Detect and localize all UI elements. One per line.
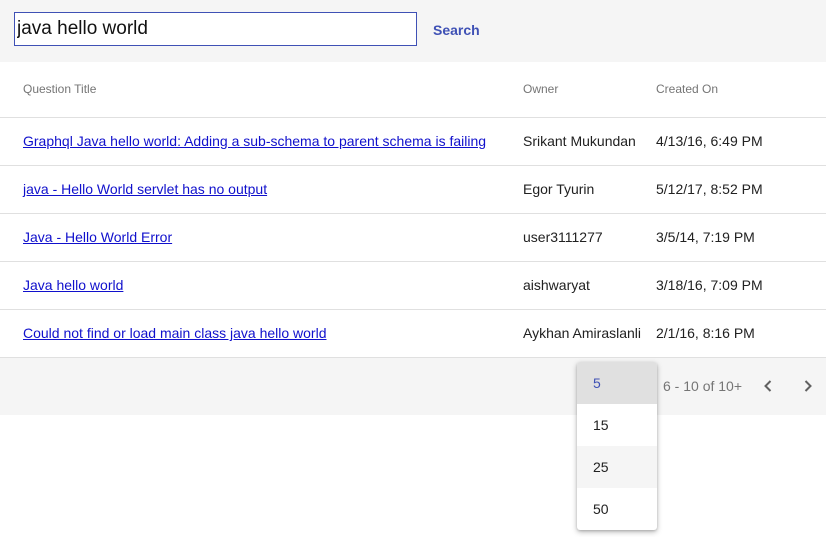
search-input[interactable] — [14, 12, 417, 46]
table-row: java - Hello World servlet has no output… — [0, 165, 826, 214]
owner-cell: aishwaryat — [523, 261, 656, 310]
column-header-owner[interactable]: Owner — [523, 62, 656, 118]
results-table: Question Title Owner Created On Graphql … — [0, 62, 826, 358]
table-row: Java hello world aishwaryat 3/18/16, 7:0… — [0, 261, 826, 310]
question-title-cell: Java hello world — [0, 261, 523, 310]
created-on-cell: 2/1/16, 8:16 PM — [656, 309, 826, 358]
question-title-link[interactable]: Graphql Java hello world: Adding a sub-s… — [23, 133, 486, 149]
pagination-bar: 6 - 10 of 10+ — [0, 358, 826, 415]
created-on-cell: 3/18/16, 7:09 PM — [656, 261, 826, 310]
page-size-option-15[interactable]: 15 — [577, 404, 657, 446]
question-title-cell: java - Hello World servlet has no output — [0, 165, 523, 214]
page-size-menu: 5 15 25 50 — [577, 362, 657, 530]
table-row: Graphql Java hello world: Adding a sub-s… — [0, 117, 826, 166]
question-title-cell: Could not find or load main class java h… — [0, 309, 523, 358]
chevron-right-icon — [804, 380, 812, 392]
question-title-link[interactable]: Java - Hello World Error — [23, 229, 172, 245]
chevron-left-icon — [764, 380, 772, 392]
column-header-title[interactable]: Question Title — [0, 62, 523, 118]
created-on-cell: 4/13/16, 6:49 PM — [656, 117, 826, 166]
owner-cell: user3111277 — [523, 213, 656, 262]
created-on-cell: 3/5/14, 7:19 PM — [656, 213, 826, 262]
search-button[interactable]: Search — [425, 16, 488, 44]
next-page-button[interactable] — [796, 374, 820, 398]
question-title-link[interactable]: Could not find or load main class java h… — [23, 325, 327, 341]
question-title-link[interactable]: Java hello world — [23, 277, 123, 293]
table-header-row: Question Title Owner Created On — [0, 62, 826, 118]
owner-cell: Aykhan Amiraslanli — [523, 309, 656, 358]
owner-cell: Srikant Mukundan — [523, 117, 656, 166]
owner-cell: Egor Tyurin — [523, 165, 656, 214]
page-size-option-25[interactable]: 25 — [577, 446, 657, 488]
search-bar: Search — [0, 0, 826, 62]
previous-page-button[interactable] — [756, 374, 780, 398]
question-title-cell: Java - Hello World Error — [0, 213, 523, 262]
question-title-cell: Graphql Java hello world: Adding a sub-s… — [0, 117, 523, 166]
pagination-range: 6 - 10 of 10+ — [663, 378, 743, 394]
page-size-option-5[interactable]: 5 — [577, 362, 657, 404]
table-row: Java - Hello World Error user3111277 3/5… — [0, 213, 826, 262]
column-header-created[interactable]: Created On — [656, 62, 826, 118]
question-title-link[interactable]: java - Hello World servlet has no output — [23, 181, 267, 197]
table-row: Could not find or load main class java h… — [0, 309, 826, 358]
created-on-cell: 5/12/17, 8:52 PM — [656, 165, 826, 214]
page-size-option-50[interactable]: 50 — [577, 488, 657, 530]
